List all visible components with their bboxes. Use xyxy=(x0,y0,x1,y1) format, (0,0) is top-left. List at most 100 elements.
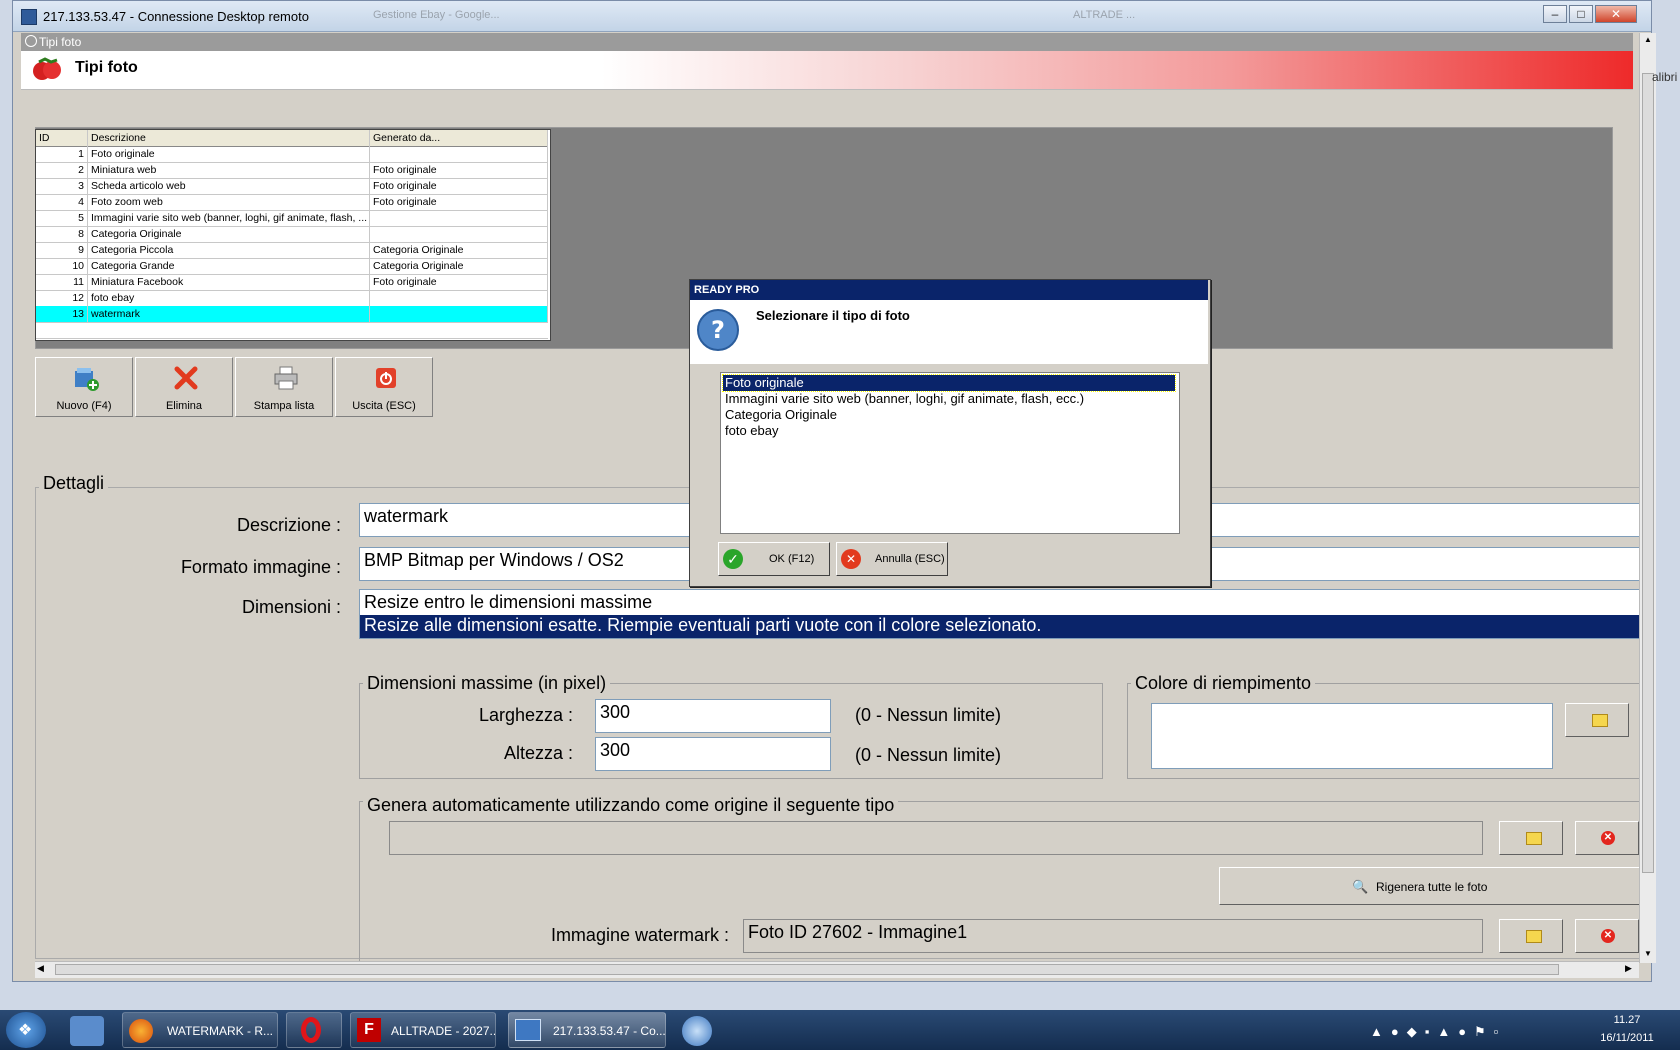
pinned-explorer-icon[interactable] xyxy=(70,1016,104,1046)
taskbar-item-opera[interactable] xyxy=(286,1012,342,1048)
grid-row[interactable]: 10 Categoria Grande Categoria Originale xyxy=(36,258,548,275)
grid-cell-id: 11 xyxy=(36,274,88,290)
source-type-field[interactable] xyxy=(389,821,1483,855)
print-list-button[interactable]: Stampa lista xyxy=(235,357,333,417)
grid-row[interactable]: 8 Categoria Originale xyxy=(36,226,548,243)
dialog-cancel-button[interactable]: ✕ Annulla (ESC) xyxy=(836,542,948,576)
grid-cell-generated-by xyxy=(370,290,548,306)
height-input[interactable]: 300 xyxy=(595,737,831,771)
max-dimensions-title: Dimensioni massime (in pixel) xyxy=(363,673,611,694)
scroll-right-arrow[interactable]: ▶ xyxy=(1625,963,1632,974)
minimize-button[interactable]: – xyxy=(1543,5,1567,23)
background-browser-tabs: Gestione Ebay - Google... ALTRADE ... xyxy=(353,6,1393,26)
ghost-tab-2: ALTRADE ... xyxy=(1073,9,1136,21)
grid-cell-description: Immagini varie sito web (banner, loghi, … xyxy=(88,210,370,226)
regenerate-all-button[interactable]: 🔍 Rigenera tutte le foto xyxy=(1219,867,1641,905)
grid-header-id[interactable]: ID xyxy=(36,130,88,146)
system-tray-icons[interactable]: ▲●◆▪▲●⚑▫ xyxy=(1370,1024,1506,1040)
grid-header-generated-by[interactable]: Generato da... xyxy=(370,130,548,146)
scroll-up-arrow[interactable]: ▲ xyxy=(1642,35,1654,45)
width-hint: (0 - Nessun limite) xyxy=(855,705,1002,725)
taskbar-item-filezilla[interactable]: F ALLTRADE - 2027... xyxy=(350,1012,496,1048)
grid-cell-generated-by: Categoria Originale xyxy=(370,242,548,258)
dimensions-option-max[interactable]: Resize entro le dimensioni massime xyxy=(362,592,1638,614)
grid-cell-description: Foto originale xyxy=(88,146,370,162)
start-button[interactable]: ❖ xyxy=(6,1012,46,1048)
taskbar-item-firefox[interactable]: WATERMARK - R... xyxy=(122,1012,278,1048)
maximize-button[interactable]: □ xyxy=(1569,5,1593,23)
grid-cell-generated-by: Foto originale xyxy=(370,178,548,194)
photo-type-option[interactable]: Categoria Originale xyxy=(723,407,1175,423)
ghost-tab-1: Gestione Ebay - Google... xyxy=(373,9,500,21)
new-button-label: Nuovo (F4) xyxy=(56,400,112,412)
rdp-window: 217.133.53.47 - Connessione Desktop remo… xyxy=(12,0,1656,982)
vertical-scrollbar[interactable]: ▲ ▼ xyxy=(1639,33,1656,963)
description-label: Descrizione : xyxy=(236,515,341,535)
grid-row[interactable]: 1 Foto originale xyxy=(36,146,548,163)
grid-row[interactable]: 5 Immagini varie sito web (banner, loghi,… xyxy=(36,210,548,227)
select-photo-type-dialog: READY PRO ? Selezionare il tipo di foto … xyxy=(689,279,1211,587)
dialog-ok-button[interactable]: ✓ OK (F12) xyxy=(718,542,830,576)
rdp-title: 217.133.53.47 - Connessione Desktop remo… xyxy=(43,9,309,24)
dialog-header: ? Selezionare il tipo di foto xyxy=(690,300,1208,364)
grid-row[interactable]: 13 watermark xyxy=(36,306,548,323)
watermark-clear-button[interactable]: ✕ xyxy=(1575,919,1639,953)
grid-cell-id: 4 xyxy=(36,194,88,210)
clock-date[interactable]: 16/11/2011 xyxy=(1592,1032,1662,1044)
format-label: Formato immagine : xyxy=(180,557,341,577)
grid-row[interactable]: 2 Miniatura web Foto originale xyxy=(36,162,548,179)
delete-button[interactable]: Elimina xyxy=(135,357,233,417)
new-button[interactable]: Nuovo (F4) xyxy=(35,357,133,417)
windows-logo-icon: ❖ xyxy=(18,1022,33,1039)
horizontal-scroll-thumb[interactable] xyxy=(55,964,1559,975)
watermark-browse-button[interactable] xyxy=(1499,919,1563,953)
dimensions-listbox[interactable]: Resize entro le dimensioni massime Resiz… xyxy=(359,589,1641,639)
photo-type-option[interactable]: Immagini varie sito web (banner, loghi, … xyxy=(723,391,1175,407)
strawberry-icon xyxy=(33,57,61,80)
close-button[interactable]: ✕ xyxy=(1595,5,1637,23)
clock-time[interactable]: 11.27 xyxy=(1592,1014,1662,1026)
pinned-app-icon[interactable] xyxy=(682,1016,712,1046)
dimensions-option-exact[interactable]: Resize alle dimensioni esatte. Riempie e… xyxy=(360,615,1640,638)
grid-cell-description: watermark xyxy=(88,306,370,322)
photo-types-grid[interactable]: ID Descrizione Generato da... 1 Foto orig… xyxy=(35,129,551,341)
grid-cell-generated-by: Foto originale xyxy=(370,162,548,178)
rdp-titlebar[interactable]: 217.133.53.47 - Connessione Desktop remo… xyxy=(13,1,1651,32)
auto-generate-title: Genera automaticamente utilizzando come … xyxy=(363,795,899,816)
app-icon xyxy=(25,35,37,47)
watermark-field[interactable]: Foto ID 27602 - Immagine1 xyxy=(743,919,1483,953)
grid-header-description[interactable]: Descrizione xyxy=(88,130,370,146)
dimensions-label: Dimensioni : xyxy=(241,597,341,617)
regenerate-all-label: Rigenera tutte le foto xyxy=(1376,880,1488,894)
width-input[interactable]: 300 xyxy=(595,699,831,733)
photo-type-option[interactable]: Foto originale xyxy=(722,374,1176,392)
clear-icon: ✕ xyxy=(1601,929,1615,943)
grid-empty-row[interactable] xyxy=(36,322,548,339)
grid-cell-id: 12 xyxy=(36,290,88,306)
grid-cell-id: 8 xyxy=(36,226,88,242)
grid-row[interactable]: 11 Miniatura Facebook Foto originale xyxy=(36,274,548,291)
scroll-left-arrow[interactable]: ◀ xyxy=(37,963,44,974)
grid-row[interactable]: 12 foto ebay xyxy=(36,290,548,307)
folder-icon xyxy=(1526,832,1542,845)
photo-type-option[interactable]: foto ebay xyxy=(723,423,1175,439)
fill-color-browse-button[interactable] xyxy=(1565,703,1629,737)
exit-button[interactable]: Uscita (ESC) xyxy=(335,357,433,417)
grid-row[interactable]: 3 Scheda articolo web Foto originale xyxy=(36,178,548,195)
grid-cell-generated-by: Foto originale xyxy=(370,194,548,210)
check-icon: ✓ xyxy=(723,549,743,569)
scroll-down-arrow[interactable]: ▼ xyxy=(1642,949,1654,959)
taskbar-item-rdp[interactable]: 217.133.53.47 - Co... xyxy=(508,1012,666,1048)
grid-row[interactable]: 4 Foto zoom web Foto originale xyxy=(36,194,548,211)
source-type-browse-button[interactable] xyxy=(1499,821,1563,855)
source-type-clear-button[interactable]: ✕ xyxy=(1575,821,1639,855)
filezilla-icon: F xyxy=(357,1018,381,1042)
grid-cell-description: Categoria Originale xyxy=(88,226,370,242)
fill-color-swatch[interactable] xyxy=(1151,703,1553,769)
horizontal-scrollbar[interactable]: ◀ ▶ xyxy=(35,961,1639,978)
grid-cell-description: Categoria Grande xyxy=(88,258,370,274)
photo-type-listbox[interactable]: Foto originale Immagini varie sito web (… xyxy=(720,372,1180,534)
grid-row[interactable]: 9 Categoria Piccola Categoria Originale xyxy=(36,242,548,259)
vertical-scroll-thumb[interactable] xyxy=(1642,73,1654,873)
opera-icon xyxy=(301,1017,321,1043)
